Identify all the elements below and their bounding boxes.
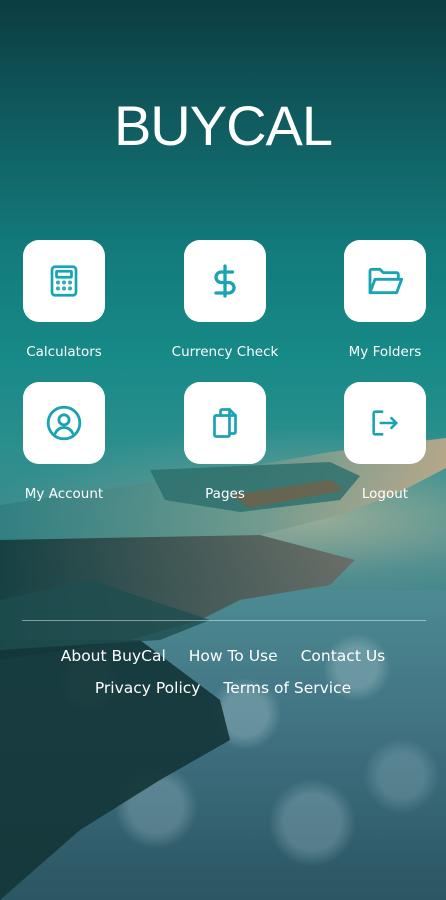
- calculator-icon: [50, 265, 78, 297]
- folder-open-icon: [368, 267, 404, 295]
- logout-label: Logout: [361, 486, 409, 502]
- dollar-icon: [214, 264, 236, 298]
- footer-divider: [22, 620, 426, 621]
- calculators-label: Calculators: [26, 344, 102, 360]
- my-account-tile[interactable]: [23, 382, 105, 464]
- footer-row-2: Privacy Policy Terms of Service: [0, 672, 446, 704]
- currency-check-tile[interactable]: [184, 240, 266, 322]
- footer-row-1: About BuyCal How To Use Contact Us: [0, 640, 446, 672]
- terms-of-service-link[interactable]: Terms of Service: [223, 679, 351, 697]
- home-screen: BUYCAL Calculators Currency Check My Fol…: [0, 0, 446, 900]
- logout-tile[interactable]: [344, 382, 426, 464]
- my-account-label: My Account: [24, 486, 104, 502]
- pages-tile[interactable]: [184, 382, 266, 464]
- pages-button[interactable]: Pages: [155, 382, 295, 502]
- how-to-use-link[interactable]: How To Use: [189, 647, 278, 665]
- currency-check-button[interactable]: Currency Check: [155, 240, 295, 360]
- currency-check-label: Currency Check: [171, 344, 279, 360]
- calculators-button[interactable]: Calculators: [0, 240, 134, 360]
- about-buycal-link[interactable]: About BuyCal: [61, 647, 166, 665]
- privacy-policy-link[interactable]: Privacy Policy: [95, 679, 201, 697]
- logout-icon: [372, 410, 398, 436]
- user-circle-icon: [46, 405, 82, 441]
- contact-us-link[interactable]: Contact Us: [301, 647, 386, 665]
- calculators-tile[interactable]: [23, 240, 105, 322]
- pages-icon: [213, 408, 237, 438]
- my-account-button[interactable]: My Account: [0, 382, 134, 502]
- footer-links: About BuyCal How To Use Contact Us Priva…: [0, 640, 446, 704]
- logout-button[interactable]: Logout: [315, 382, 446, 502]
- my-folders-label: My Folders: [348, 344, 422, 360]
- pages-label: Pages: [205, 486, 245, 502]
- my-folders-button[interactable]: My Folders: [315, 240, 446, 360]
- my-folders-tile[interactable]: [344, 240, 426, 322]
- app-logo: BUYCAL: [113, 94, 333, 157]
